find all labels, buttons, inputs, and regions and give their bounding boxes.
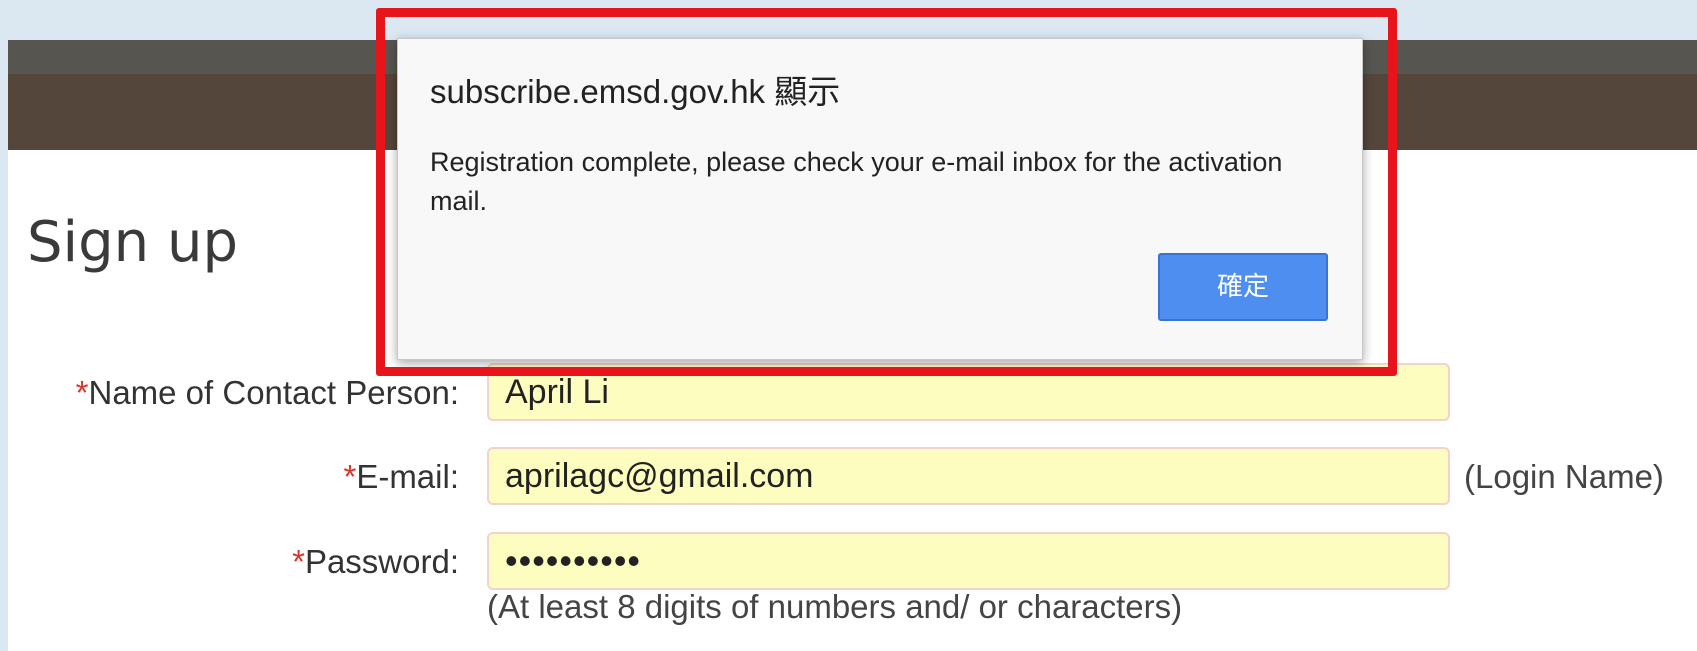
dialog-message: Registration complete, please check your… [430, 147, 1283, 216]
alert-dialog: subscribe.emsd.gov.hk 顯示 Registration co… [397, 38, 1363, 360]
required-mark: * [343, 458, 357, 495]
email-label-text: E-mail: [356, 458, 459, 495]
password-row: *Password: •••••••••• [8, 532, 1697, 592]
name-label-text: Name of Contact Person: [88, 374, 459, 411]
required-mark: * [292, 543, 305, 580]
page-title: Sign up [27, 210, 238, 275]
email-label: *E-mail: [343, 447, 459, 507]
password-field[interactable]: •••••••••• [487, 532, 1450, 590]
name-label: *Name of Contact Person: [76, 363, 459, 423]
email-row: *E-mail: aprilagc@gmail.com (Login Name) [8, 447, 1697, 507]
password-label-text: Password: [304, 543, 459, 580]
password-label: *Password: [292, 532, 459, 592]
login-name-note: (Login Name) [1464, 458, 1664, 495]
required-mark: * [75, 374, 89, 411]
ok-button[interactable]: 確定 [1158, 253, 1328, 321]
name-row: *Name of Contact Person: April Li [8, 363, 1697, 423]
email-field[interactable]: aprilagc@gmail.com [487, 447, 1450, 505]
name-input[interactable]: April Li [487, 363, 1450, 421]
dialog-title: subscribe.emsd.gov.hk 顯示 [430, 73, 841, 110]
password-hint: (At least 8 digits of numbers and/ or ch… [487, 588, 1183, 625]
